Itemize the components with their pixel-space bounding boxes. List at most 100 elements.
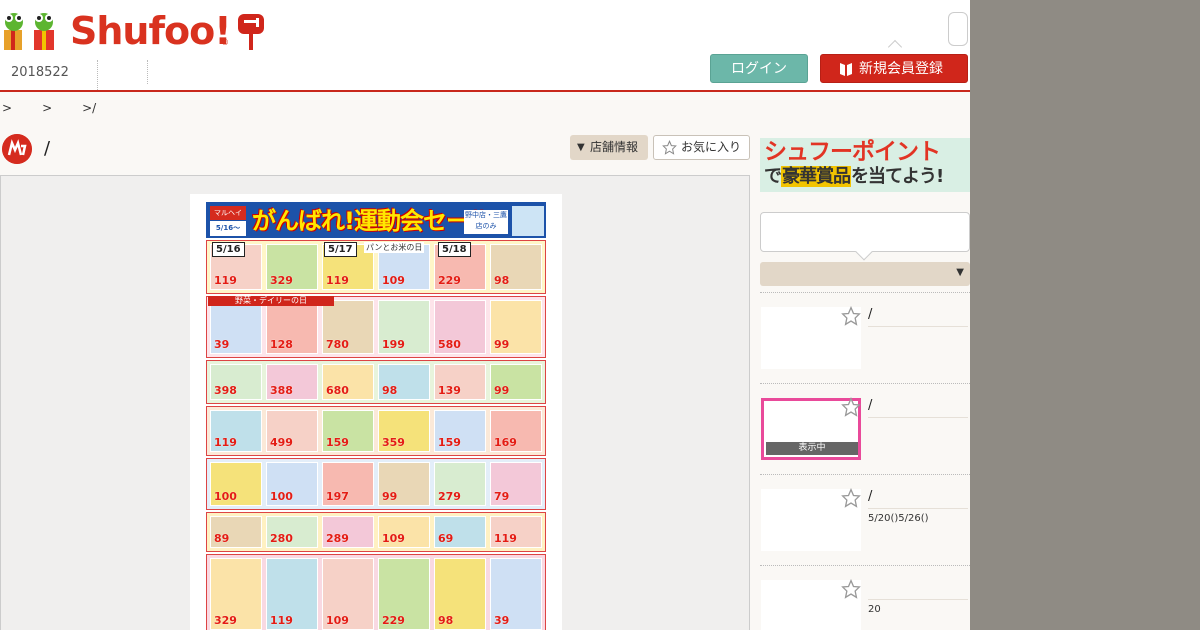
flyer-price: 98 [382, 384, 398, 397]
store-info-button[interactable]: ▼ 店舗情報 [570, 135, 648, 160]
flyer-price: 329 [270, 274, 293, 287]
flyer-price: 99 [494, 338, 510, 351]
header-search-input[interactable] [948, 12, 968, 46]
flyer-price: 109 [382, 532, 405, 545]
flyer-price: 279 [438, 490, 461, 503]
logo-text: Shufoo! [70, 9, 232, 53]
flyer-price: 780 [326, 338, 349, 351]
store-title: / [44, 138, 51, 159]
favorite-button[interactable]: お気に入り [653, 135, 750, 160]
flyer-date: 5/16〜5/22 [210, 221, 246, 247]
flyer-price: 580 [438, 338, 461, 351]
flyer-section-heading: 野菜・デイリーの日 [208, 296, 334, 306]
breadcrumb-item[interactable]: > [2, 101, 12, 115]
banner-sub-pre: で [764, 166, 782, 187]
flyer-image[interactable]: マルヘイ 5/16〜5/22 がんばれ!運動会セール 野中店・三鷹店のみ 119… [190, 194, 562, 630]
register-flag-icon [840, 63, 852, 76]
flyer-item-title[interactable] [868, 580, 968, 600]
flyer-price: 119 [214, 274, 237, 287]
flyer-header: マルヘイ 5/16〜5/22 がんばれ!運動会セール 野中店・三鷹店のみ [206, 202, 546, 247]
sidebar-select[interactable]: ▼ [760, 262, 970, 286]
flyer-price: 197 [326, 490, 349, 503]
points-banner[interactable]: シュフーポイント で豪華賞品を当てよう! [760, 138, 970, 192]
flyer-price: 159 [438, 436, 461, 449]
flyer-price: 39 [214, 338, 230, 351]
flyer-day-tag: 5/18 [438, 242, 471, 257]
triangle-down-icon: ▼ [577, 142, 585, 153]
flyer-price: 109 [382, 274, 405, 287]
logo-registered-mark: ® [221, 38, 229, 47]
flyer-store-logo: マルヘイ [210, 206, 246, 220]
site-header: Shufoo! ® 2018522 ログイン 新規会員登録 [0, 0, 970, 92]
register-button[interactable]: 新規会員登録 [820, 54, 968, 83]
flyer-price: 109 [326, 614, 349, 627]
flyer-content: マルヘイ 5/16〜5/22 がんばれ!運動会セール 野中店・三鷹店のみ 119… [206, 202, 546, 630]
breadcrumb-item[interactable]: >/ [82, 101, 96, 115]
flyer-price: 388 [270, 384, 293, 397]
star-icon[interactable] [841, 397, 861, 417]
flyer-price: 119 [270, 614, 293, 627]
banner-sub-post: を当てよう! [851, 166, 944, 187]
mailbox-icon [238, 14, 264, 50]
flyer-list-item[interactable]: / [760, 292, 970, 383]
store-info-label: 店舗情報 [590, 140, 639, 154]
login-button[interactable]: ログイン [710, 54, 808, 83]
flyer-price: 329 [214, 614, 237, 627]
flyer-item-title[interactable]: / [868, 489, 968, 509]
flyer-price: 139 [438, 384, 461, 397]
store-logo-icon[interactable] [2, 134, 32, 164]
date-tab[interactable]: 2018522 [0, 60, 98, 90]
flyer-day-tag: 5/16 [212, 242, 245, 257]
flyer-price: 89 [214, 532, 230, 545]
flyer-price: 229 [438, 274, 461, 287]
flyer-price: 99 [494, 384, 510, 397]
flyer-list-item[interactable]: 20 [760, 565, 970, 630]
star-icon [662, 140, 677, 155]
flyer-item-period: 20 [868, 604, 881, 615]
register-label: 新規会員登録 [859, 61, 943, 77]
flyer-price: 79 [494, 490, 510, 503]
showing-badge: 表示中 [766, 442, 858, 455]
flyer-price: 69 [438, 532, 454, 545]
breadcrumb-item[interactable]: > [42, 101, 52, 115]
flyer-title: がんばれ!運動会セール [252, 207, 493, 235]
flyer-list-item-active[interactable]: 表示中 / [760, 383, 970, 474]
star-icon[interactable] [841, 488, 861, 508]
flyer-item-title[interactable]: / [868, 398, 968, 418]
flyer-price: 119 [494, 532, 517, 545]
flyer-price: 398 [214, 384, 237, 397]
flyer-price: 359 [382, 436, 405, 449]
shufoo-logo[interactable]: Shufoo! ® [2, 8, 272, 52]
flyer-store-note: 野中店・三鷹店のみ [464, 210, 508, 234]
breadcrumb: > > >/ [2, 101, 126, 115]
flyer-day-heading: パンとお米の日 [364, 242, 425, 253]
flyer-price: 100 [214, 490, 237, 503]
flyer-price: 100 [270, 490, 293, 503]
secondary-tab[interactable] [98, 60, 148, 84]
tooltip-caret [887, 39, 903, 55]
flyer-price: 98 [494, 274, 510, 287]
flyer-price: 128 [270, 338, 293, 351]
flyer-day-tag: 5/17 [324, 242, 357, 257]
banner-headline: シュフーポイント [764, 139, 941, 165]
flyer-list-item[interactable]: / 5/20()5/26() [760, 474, 970, 565]
flyer-qr [512, 206, 544, 236]
star-icon[interactable] [841, 306, 861, 326]
flyer-price: 119 [214, 436, 237, 449]
flyer-item-title[interactable]: / [868, 307, 968, 327]
banner-subline: で豪華賞品を当てよう! [764, 165, 944, 189]
star-icon[interactable] [841, 579, 861, 599]
flyer-price: 499 [270, 436, 293, 449]
flyer-price: 289 [326, 532, 349, 545]
frog-mascot-icon [4, 13, 54, 50]
flyer-price: 199 [382, 338, 405, 351]
flyer-price: 280 [270, 532, 293, 545]
flyer-price: 159 [326, 436, 349, 449]
flyer-price: 98 [438, 614, 454, 627]
flyer-price: 99 [382, 490, 398, 503]
favorite-label: お気に入り [681, 140, 742, 154]
flyer-price: 229 [382, 614, 405, 627]
flyer-body: 119 329 119 109 229 98 39 128 780 199 580 99 398 388 6… [206, 240, 546, 630]
flyer-price: 39 [494, 614, 510, 627]
flyer-price: 680 [326, 384, 349, 397]
